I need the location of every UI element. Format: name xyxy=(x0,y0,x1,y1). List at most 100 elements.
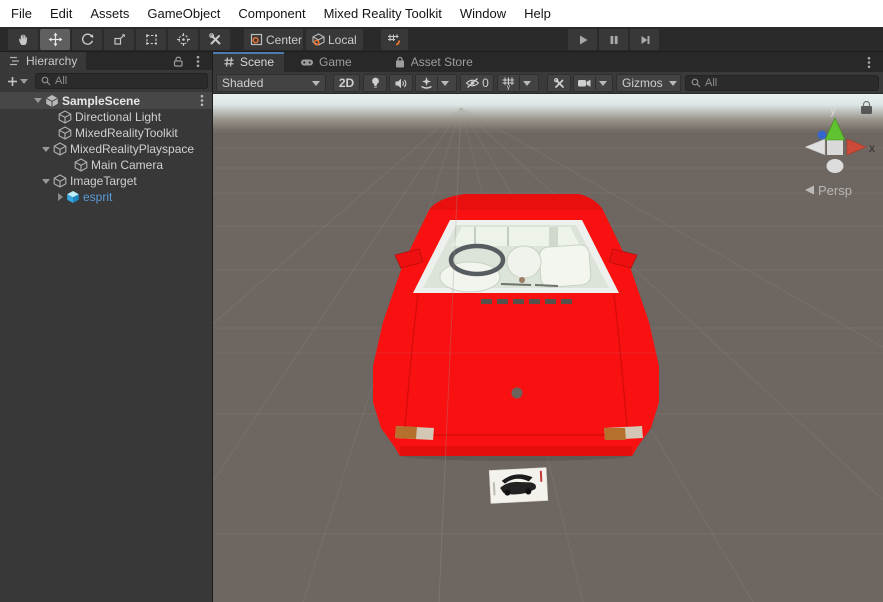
grid-snapping-button[interactable] xyxy=(381,29,408,50)
projection-label: Persp xyxy=(818,183,852,198)
divider xyxy=(519,76,520,90)
menu-component[interactable]: Component xyxy=(229,6,314,21)
scene-lighting-toggle[interactable] xyxy=(363,74,387,92)
scale-tool-button[interactable] xyxy=(104,29,134,50)
pivot-mode-label: Center xyxy=(266,33,302,47)
hierarchy-item-main-camera[interactable]: Main Camera xyxy=(0,157,212,173)
hierarchy-search-input[interactable]: All xyxy=(35,73,208,89)
driver-seat xyxy=(440,262,500,292)
light-bulb-icon xyxy=(369,76,382,90)
hierarchy-item-mixedrealitytoolkit[interactable]: MixedRealityToolkit xyxy=(0,125,212,141)
hood-emblem-dot xyxy=(512,388,523,399)
hierarchy-item-esprit[interactable]: esprit xyxy=(0,189,212,205)
scene-view-toolbar: Shaded 2D 0 y xyxy=(213,72,883,94)
menu-mixed-reality-toolkit[interactable]: Mixed Reality Toolkit xyxy=(315,6,451,21)
expander-collapsed-icon[interactable] xyxy=(58,193,63,201)
camera-icon xyxy=(577,77,592,89)
item-label: esprit xyxy=(83,190,112,204)
item-label: Directional Light xyxy=(75,110,161,124)
scene-visibility-toggle[interactable]: 0 xyxy=(460,74,494,92)
esprit-car[interactable] xyxy=(373,194,659,461)
scene-grid-icon xyxy=(223,56,235,68)
chevron-down-icon xyxy=(523,81,531,86)
rotation-mode-button[interactable]: Local xyxy=(306,29,363,50)
tab-game-label: Game xyxy=(319,55,352,69)
axis-negy-handle[interactable] xyxy=(827,159,844,173)
scene-camera-dropdown[interactable] xyxy=(573,74,613,92)
tab-asset-store[interactable]: Asset Store xyxy=(384,52,483,72)
tab-game[interactable]: Game xyxy=(290,52,362,72)
tab-scene[interactable]: Scene xyxy=(213,52,284,72)
tab-hierarchy[interactable]: Hierarchy xyxy=(0,52,86,70)
scene-viewport-canvas[interactable]: y x Persp xyxy=(213,94,883,602)
axis-negx-handle[interactable] xyxy=(805,139,825,155)
menu-help[interactable]: Help xyxy=(515,6,560,21)
menu-gameobject[interactable]: GameObject xyxy=(138,6,229,21)
axis-z-handle[interactable] xyxy=(818,131,827,140)
move-tool-button[interactable] xyxy=(40,29,70,50)
projection-toggle[interactable]: Persp xyxy=(805,183,852,198)
axis-y-handle[interactable] xyxy=(825,118,845,140)
chevron-down-icon xyxy=(599,81,607,86)
transform-tool-button[interactable] xyxy=(168,29,198,50)
pivot-mode-button[interactable]: Center xyxy=(244,29,303,50)
main-toolbar: Center Local xyxy=(0,27,883,52)
scene-audio-toggle[interactable] xyxy=(389,74,413,92)
expander-expanded-icon[interactable] xyxy=(42,179,50,184)
gameobject-cube-icon xyxy=(58,126,72,140)
hierarchy-lock-button[interactable] xyxy=(170,54,186,68)
hierarchy-item-mixedrealityplayspace[interactable]: MixedRealityPlayspace xyxy=(0,141,212,157)
kebab-menu-icon xyxy=(200,94,204,107)
pause-button[interactable] xyxy=(599,29,628,50)
menu-assets[interactable]: Assets xyxy=(81,6,138,21)
rotate-tool-button[interactable] xyxy=(72,29,102,50)
lock-icon xyxy=(172,55,184,68)
gizmos-label: Gizmos xyxy=(622,76,663,90)
hierarchy-item-directional-light[interactable]: Directional Light xyxy=(0,109,212,125)
search-icon xyxy=(40,75,52,87)
chevron-down-icon xyxy=(312,81,320,86)
headlight-right xyxy=(604,426,643,440)
expander-expanded-icon[interactable] xyxy=(42,147,50,152)
scene-viewport[interactable]: y x Persp xyxy=(213,94,883,602)
custom-tools-button[interactable] xyxy=(200,29,230,50)
menu-window[interactable]: Window xyxy=(451,6,515,21)
axis-x-handle[interactable] xyxy=(847,139,866,155)
play-icon xyxy=(577,34,589,46)
scene-view-tools-button[interactable] xyxy=(547,74,571,92)
image-target-marker[interactable] xyxy=(489,468,548,504)
hierarchy-item-imagetarget[interactable]: ImageTarget xyxy=(0,173,212,189)
hand-tool-button[interactable] xyxy=(8,29,38,50)
chevron-down-icon xyxy=(20,79,28,84)
create-object-button[interactable] xyxy=(4,73,30,89)
menu-file[interactable]: File xyxy=(2,6,41,21)
prefab-cube-icon xyxy=(66,190,80,204)
scene-search-input[interactable]: All xyxy=(685,75,879,91)
scene-effects-dropdown[interactable] xyxy=(415,74,457,92)
eye-off-icon xyxy=(465,77,480,89)
grid-axis-icon: y xyxy=(501,76,516,90)
play-button[interactable] xyxy=(568,29,597,50)
scene-grid-dropdown[interactable]: y xyxy=(497,74,539,92)
expander-expanded-icon[interactable] xyxy=(34,98,42,103)
scene-menu-button[interactable] xyxy=(200,94,204,107)
gizmo-center-cube[interactable] xyxy=(827,139,843,155)
2d-toggle-button[interactable]: 2D xyxy=(333,74,360,92)
draw-mode-dropdown[interactable]: Shaded xyxy=(216,74,326,92)
hierarchy-scene-row[interactable]: SampleScene xyxy=(0,92,212,109)
menu-bar: File Edit Assets GameObject Component Mi… xyxy=(0,0,883,27)
rotation-mode-label: Local xyxy=(328,33,357,47)
draw-mode-label: Shaded xyxy=(222,76,312,90)
rect-tool-button[interactable] xyxy=(136,29,166,50)
scene-name-label: SampleScene xyxy=(62,94,140,108)
menu-edit[interactable]: Edit xyxy=(41,6,81,21)
scene-panel-menu-button[interactable] xyxy=(861,55,877,69)
pause-icon xyxy=(608,34,620,46)
scene-search-placeholder: All xyxy=(705,77,717,89)
hierarchy-menu-button[interactable] xyxy=(190,54,206,68)
step-button[interactable] xyxy=(630,29,659,50)
gizmos-dropdown[interactable]: Gizmos xyxy=(616,74,681,92)
gizmo-lock-icon[interactable] xyxy=(861,102,872,115)
hierarchy-tab-bar: Hierarchy xyxy=(0,52,212,70)
tab-asset-store-label: Asset Store xyxy=(411,55,473,69)
